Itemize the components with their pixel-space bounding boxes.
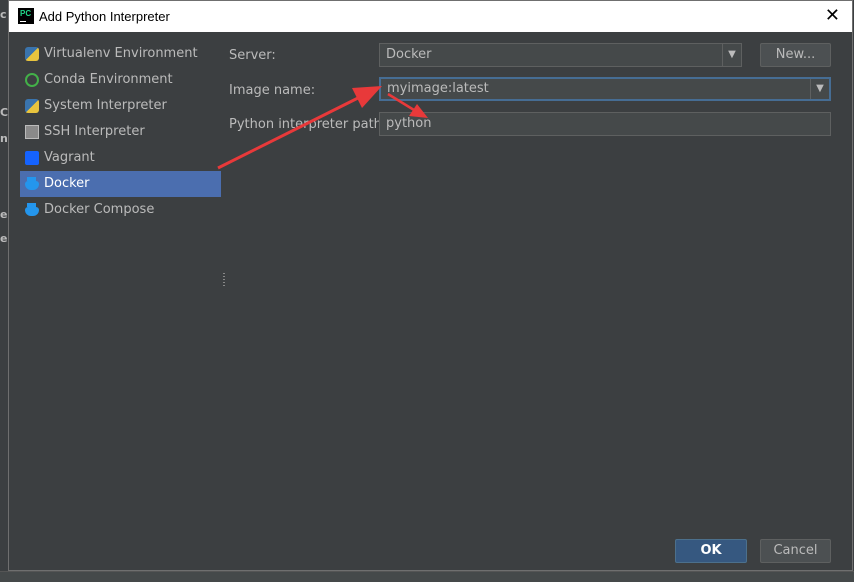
server-value: Docker [386,47,432,62]
interpreter-path-value: python [386,116,432,131]
server-combo[interactable]: Docker ▼ [379,43,742,67]
image-name-combo[interactable]: myimage:latest ▼ [379,77,831,101]
python-icon [25,99,39,113]
interpreter-path-field[interactable]: python [379,112,831,136]
ok-button[interactable]: OK [675,539,747,563]
sidebar-item-label: Vagrant [44,150,95,165]
dialog-title: Add Python Interpreter [39,9,170,24]
sidebar-item-vagrant[interactable]: Vagrant [20,145,221,171]
image-name-value: myimage:latest [387,81,489,96]
sidebar-item-label: Virtualenv Environment [44,46,198,61]
chevron-down-icon[interactable]: ▼ [722,44,741,66]
cancel-button[interactable]: Cancel [760,539,831,563]
vagrant-icon [25,151,39,165]
image-name-label: Image name: [229,83,316,98]
docker-icon [25,177,39,190]
sidebar-item-label: System Interpreter [44,98,167,113]
ssh-icon [25,125,39,139]
chevron-down-icon[interactable]: ▼ [810,79,829,99]
sidebar-item-label: Conda Environment [44,72,173,87]
panel-splitter-handle[interactable] [223,273,225,287]
new-server-button[interactable]: New... [760,43,831,67]
dialog-titlebar: PC Add Python Interpreter ✕ [9,1,852,32]
background-window-footer [0,571,854,582]
sidebar-item-label: SSH Interpreter [44,124,145,139]
close-icon[interactable]: ✕ [825,5,840,26]
sidebar-item-conda[interactable]: Conda Environment [20,67,221,93]
pycharm-app-icon: PC [18,8,34,24]
sidebar-item-ssh[interactable]: SSH Interpreter [20,119,221,145]
interpreter-path-label: Python interpreter path: [229,117,387,132]
sidebar-item-label: Docker [44,176,90,191]
add-python-interpreter-dialog: PC Add Python Interpreter ✕ Virtualenv E… [8,0,853,571]
sidebar-item-virtualenv[interactable]: Virtualenv Environment [20,41,221,67]
sidebar-item-docker[interactable]: Docker [20,171,221,197]
sidebar-item-docker-compose[interactable]: Docker Compose [20,197,221,223]
sidebar-item-system[interactable]: System Interpreter [20,93,221,119]
sidebar-item-label: Docker Compose [44,202,155,217]
interpreter-type-list: Virtualenv Environment Conda Environment… [20,41,221,223]
virtualenv-icon [25,47,39,61]
server-label: Server: [229,48,276,63]
conda-icon [25,73,39,87]
docker-compose-icon [25,203,39,216]
